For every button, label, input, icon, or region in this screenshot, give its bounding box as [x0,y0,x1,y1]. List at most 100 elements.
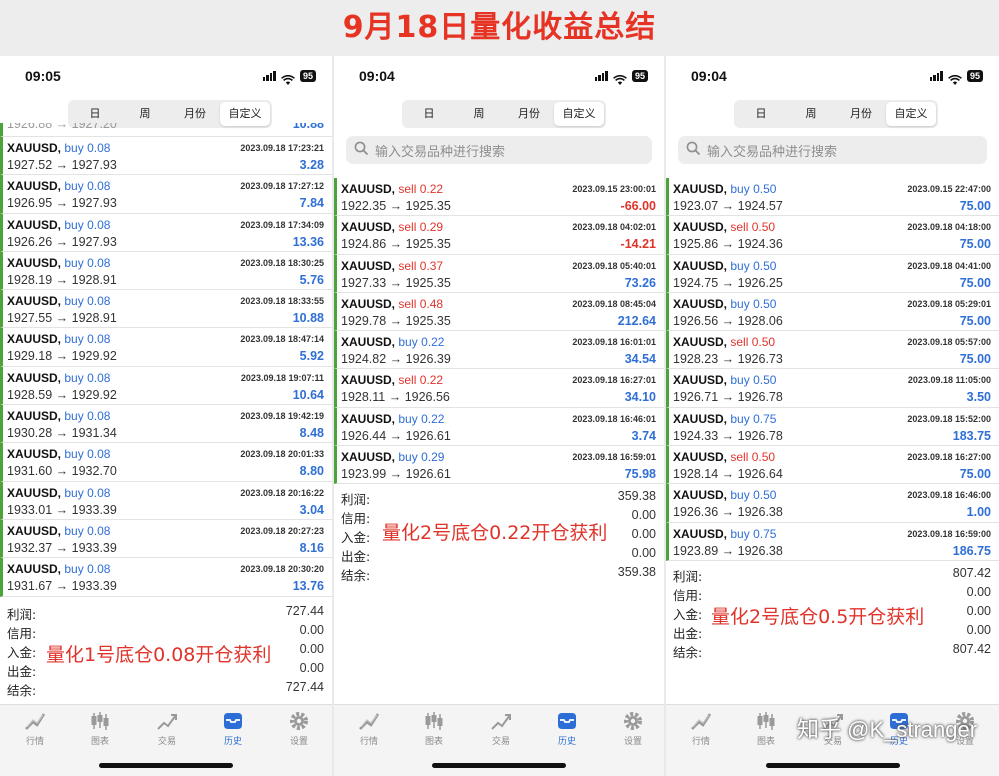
trade-side: buy [64,523,84,538]
nav-tab-label: 设置 [623,737,642,747]
trade-row[interactable]: XAUUSD, buy 0.08 1932.37 → 1933.39 2023.09… [0,519,332,559]
home-indicator [765,763,900,768]
trade-row[interactable]: XAUUSD, buy 0.08 1933.01 → 1933.39 2023.09… [0,481,332,520]
trade-symbol: XAUUSD, [673,335,728,350]
nav-tab-quotes[interactable]: 行情 [349,711,389,747]
trade-lots: 0.50 [751,220,776,235]
summary-value: 0.00 [966,623,991,637]
annotation-text: 量化2号底仓0.5开仓获利 [711,606,925,628]
trade-row[interactable]: XAUUSD, buy 0.08 1927.52 → 1927.93 2023.09… [0,137,332,176]
trade-row[interactable]: XAUUSD, sell 0.50 1928.14 → 1926.64 2023.0… [666,446,999,485]
list-item-partial[interactable]: 1926.88 → 1927.20 10.88 [0,123,332,137]
search-icon [686,141,701,160]
trade-title: XAUUSD, buy 0.08 [7,294,110,308]
trade-row[interactable]: XAUUSD, sell 0.48 1929.78 → 1925.35 2023.0… [334,292,664,332]
tab-period-0[interactable]: 日 [404,102,454,126]
period-tabs: 日周月份 自定义 [402,100,606,128]
trade-row[interactable]: XAUUSD, sell 0.22 1928.11 → 1926.56 2023.0… [334,369,664,408]
summary-value: 0.00 [631,546,656,560]
trade-row[interactable]: XAUUSD, buy 0.50 1926.36 → 1926.38 2023.09… [666,484,999,523]
nav-tab-history[interactable]: 历史 [547,711,587,747]
trade-row[interactable]: XAUUSD, buy 0.08 1928.19 → 1928.91 2023.09… [0,251,332,291]
trade-profit: 34.54 [624,352,656,367]
search-input[interactable]: 输入交易品种进行搜索 [346,136,652,164]
trade-row[interactable]: XAUUSD, sell 0.22 1922.35 → 1925.35 2023.0… [334,178,664,217]
trade-row[interactable]: XAUUSD, buy 0.50 1923.07 → 1924.57 2023.09… [666,178,999,217]
trade-row[interactable]: XAUUSD, sell 0.29 1924.86 → 1925.35 2023.0… [334,216,664,255]
trade-prices: 1924.75 → 1926.25 [673,275,783,290]
trade-row[interactable]: XAUUSD, sell 0.50 1925.86 → 1924.36 2023.0… [666,216,999,255]
summary-value: 807.42 [952,642,991,656]
nav-tab-history[interactable]: 历史 [213,711,253,747]
trade-row[interactable]: XAUUSD, buy 0.08 1929.18 → 1929.92 2023.09… [0,328,332,367]
tab-period-1[interactable]: 周 [454,102,504,126]
trade-lots: 0.08 [87,370,111,385]
trade-side: buy [730,526,750,541]
trade-row[interactable]: XAUUSD, buy 0.08 1927.55 → 1928.91 2023.09… [0,290,332,329]
nav-tab-candlestick-chart[interactable]: 图表 [746,711,786,747]
nav-tab-settings[interactable]: 设置 [613,711,653,747]
trade-symbol: XAUUSD, [341,296,396,311]
trade-prices: 1926.26 → 1927.93 [7,234,117,249]
trade-side: buy [64,485,84,500]
trade-lots: 0.22 [421,411,445,426]
tab-period-0[interactable]: 日 [736,102,786,126]
trade-row[interactable]: XAUUSD, buy 0.22 1924.82 → 1926.39 2023.09… [334,331,664,370]
trade-profit: 75.00 [959,199,991,213]
summary-row: 出金: 0.00 [334,544,664,564]
summary-row: 利润: 807.42 [666,564,999,584]
tab-period-3[interactable]: 自定义 [554,102,604,126]
trade-profit: 10.88 [292,311,324,326]
nav-tab-settings[interactable]: 设置 [279,711,319,747]
trade-datetime: 2023.09.18 20:16:22 [240,487,324,498]
nav-tab-label: 交易 [157,737,176,747]
battery-icon: 95 [966,70,983,82]
trade-row[interactable]: XAUUSD, sell 0.37 1927.33 → 1925.35 2023.0… [334,254,664,293]
candlestick-chart-icon [414,711,454,731]
trade-row[interactable]: XAUUSD, buy 0.22 1926.44 → 1926.61 2023.09… [334,407,664,447]
nav-tab-quotes[interactable]: 行情 [15,711,55,747]
tab-period-1[interactable]: 周 [786,102,836,126]
trade-side: buy [64,294,84,309]
nav-tab-candlestick-chart[interactable]: 图表 [414,711,454,747]
trade-datetime: 2023.09.15 23:00:01 [572,184,656,194]
trade-row[interactable]: XAUUSD, buy 0.29 1923.99 → 1926.61 2023.09… [334,446,664,485]
tab-period-2[interactable]: 月份 [504,102,554,126]
trade-row[interactable]: XAUUSD, buy 0.75 1923.89 → 1926.38 2023.09… [666,522,999,561]
trade-row[interactable]: XAUUSD, buy 0.08 1930.28 → 1931.34 2023.09… [0,405,332,444]
trade-datetime: 2023.09.18 19:42:19 [240,411,324,422]
trade-row[interactable]: XAUUSD, buy 0.50 1926.56 → 1928.06 2023.09… [666,292,999,332]
trade-lots: 0.50 [751,450,776,465]
trade-profit: 13.36 [292,234,324,249]
trade-row[interactable]: XAUUSD, buy 0.08 1926.95 → 1927.93 2023.09… [0,175,332,214]
nav-tab-trade[interactable]: 交易 [147,711,187,747]
trade-row[interactable]: XAUUSD, buy 0.75 1924.33 → 1926.78 2023.09… [666,407,999,447]
search-input[interactable]: 输入交易品种进行搜索 [678,136,987,164]
trade-row[interactable]: XAUUSD, buy 0.08 1928.59 → 1929.92 2023.09… [0,366,332,406]
trade-lots: 0.08 [87,485,111,500]
trade-prices: 1928.19 → 1928.91 [7,272,117,287]
signal-icon [594,71,608,81]
trade-lots: 0.08 [87,179,111,194]
trade-history-list: 1926.88 → 1927.20 10.88 XAUUSD, buy 0.08 19… [0,123,332,597]
nav-tab-quotes[interactable]: 行情 [681,711,721,747]
trade-profit: 75.00 [959,275,991,290]
trade-side: buy [730,296,750,311]
nav-tab-trade[interactable]: 交易 [481,711,521,747]
tab-period-3[interactable]: 自定义 [886,102,936,126]
trade-datetime: 2023.09.18 04:18:00 [907,222,991,233]
trade-row[interactable]: XAUUSD, buy 0.08 1931.60 → 1932.70 2023.09… [0,443,332,482]
phone-panel-1: 09:05 95 日周月份 自定义 1926.88 → 1927.20 10.88 XAUU… [0,56,332,776]
trade-side: buy [730,373,750,388]
trade-row[interactable]: XAUUSD, buy 0.08 1926.26 → 1927.93 2023.09… [0,213,332,252]
trade-row[interactable]: XAUUSD, buy 0.50 1924.75 → 1926.25 2023.09… [666,254,999,293]
nav-tab-candlestick-chart[interactable]: 图表 [80,711,120,747]
trade-profit: 73.26 [624,275,656,290]
trade-profit: 13.76 [292,579,324,594]
trade-row[interactable]: XAUUSD, buy 0.50 1926.71 → 1926.78 2023.09… [666,369,999,408]
trade-lots: 0.50 [751,335,776,350]
tab-period-2[interactable]: 月份 [836,102,886,126]
trade-lots: 0.50 [753,373,777,388]
trade-row[interactable]: XAUUSD, buy 0.08 1931.67 → 1933.39 2023.09… [0,558,332,597]
trade-row[interactable]: XAUUSD, sell 0.50 1928.23 → 1926.73 2023.0… [666,331,999,370]
